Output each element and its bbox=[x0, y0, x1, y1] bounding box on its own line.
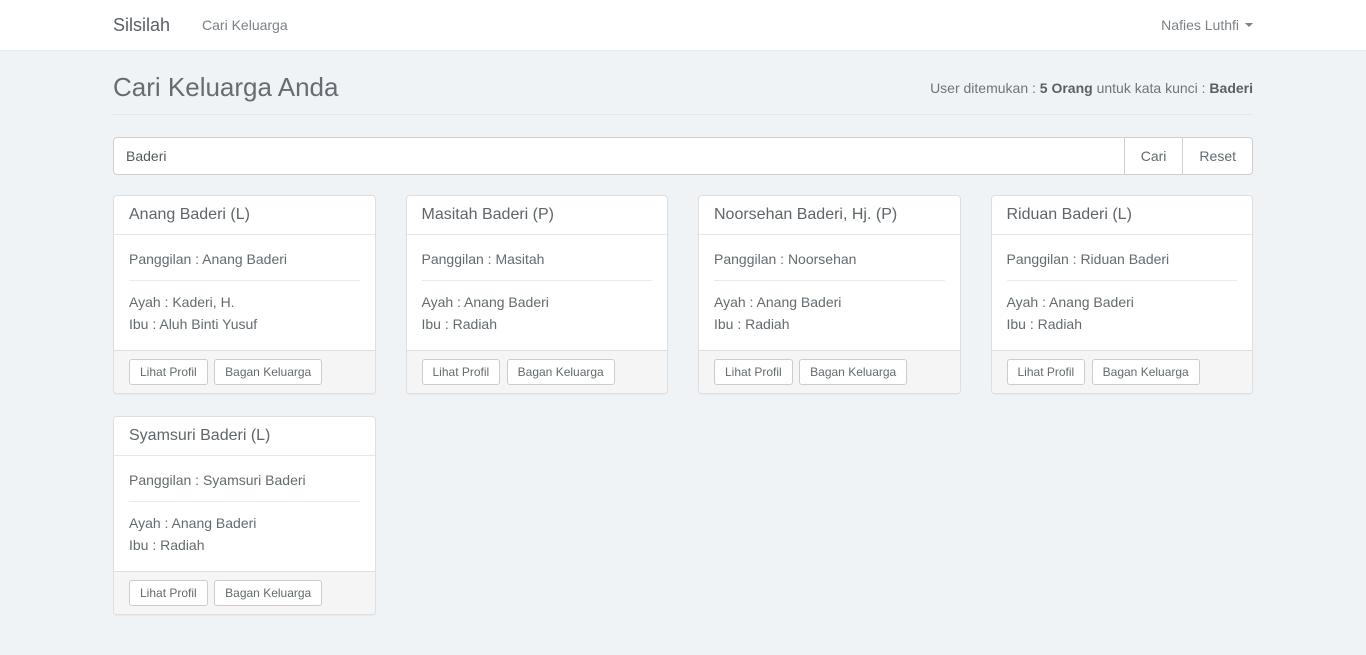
family-chart-button[interactable]: Bagan Keluarga bbox=[799, 359, 907, 385]
person-card-body: Panggilan : Riduan Baderi Ayah : Anang B… bbox=[992, 235, 1253, 350]
caret-down-icon bbox=[1245, 23, 1253, 27]
person-father: Ayah : Anang Baderi bbox=[422, 294, 549, 310]
view-profile-button[interactable]: Lihat Profil bbox=[129, 580, 208, 606]
person-card: Noorsehan Baderi, Hj. (P) Panggilan : No… bbox=[698, 195, 961, 394]
page-header: Cari Keluarga Anda User ditemukan : 5 Or… bbox=[113, 72, 1253, 115]
person-card: Masitah Baderi (P) Panggilan : Masitah A… bbox=[406, 195, 669, 394]
view-profile-button[interactable]: Lihat Profil bbox=[129, 359, 208, 385]
family-chart-button[interactable]: Bagan Keluarga bbox=[1092, 359, 1200, 385]
person-card-footer: Lihat Profil Bagan Keluarga bbox=[114, 350, 375, 393]
user-menu-dropdown[interactable]: Nafies Luthfi bbox=[1161, 17, 1253, 33]
person-mother: Ibu : Aluh Binti Yusuf bbox=[129, 316, 257, 332]
family-chart-button[interactable]: Bagan Keluarga bbox=[214, 359, 322, 385]
search-input[interactable] bbox=[113, 137, 1125, 175]
person-card-title: Anang Baderi (L) bbox=[114, 196, 375, 235]
person-parents: Ayah : Anang Baderi Ibu : Radiah bbox=[129, 512, 360, 556]
divider bbox=[422, 280, 653, 281]
person-card-title: Riduan Baderi (L) bbox=[992, 196, 1253, 235]
user-name: Nafies Luthfi bbox=[1161, 17, 1239, 33]
person-nickname: Panggilan : Syamsuri Baderi bbox=[129, 470, 360, 490]
result-summary-prefix: User ditemukan : bbox=[930, 80, 1040, 96]
person-nickname: Panggilan : Masitah bbox=[422, 249, 653, 269]
person-card-body: Panggilan : Noorsehan Ayah : Anang Bader… bbox=[699, 235, 960, 350]
person-mother: Ibu : Radiah bbox=[129, 537, 205, 553]
page-title: Cari Keluarga Anda bbox=[113, 72, 338, 103]
person-parents: Ayah : Anang Baderi Ibu : Radiah bbox=[422, 291, 653, 335]
divider bbox=[1007, 280, 1238, 281]
person-card-footer: Lihat Profil Bagan Keluarga bbox=[699, 350, 960, 393]
person-mother: Ibu : Radiah bbox=[1007, 316, 1083, 332]
person-mother: Ibu : Radiah bbox=[422, 316, 498, 332]
person-card-title: Masitah Baderi (P) bbox=[407, 196, 668, 235]
person-mother: Ibu : Radiah bbox=[714, 316, 790, 332]
person-nickname: Panggilan : Anang Baderi bbox=[129, 249, 360, 269]
person-father: Ayah : Anang Baderi bbox=[1007, 294, 1134, 310]
nav-item-cari-keluarga[interactable]: Cari Keluarga bbox=[202, 17, 288, 33]
result-summary-middle: untuk kata kunci : bbox=[1093, 80, 1210, 96]
person-card-footer: Lihat Profil Bagan Keluarga bbox=[407, 350, 668, 393]
divider bbox=[714, 280, 945, 281]
person-card-footer: Lihat Profil Bagan Keluarga bbox=[992, 350, 1253, 393]
person-card: Riduan Baderi (L) Panggilan : Riduan Bad… bbox=[991, 195, 1254, 394]
person-card-title: Syamsuri Baderi (L) bbox=[114, 417, 375, 456]
person-parents: Ayah : Anang Baderi Ibu : Radiah bbox=[714, 291, 945, 335]
divider bbox=[129, 501, 360, 502]
person-nickname: Panggilan : Noorsehan bbox=[714, 249, 945, 269]
result-keyword: Baderi bbox=[1209, 80, 1253, 96]
brand-link[interactable]: Silsilah bbox=[113, 15, 170, 36]
person-card: Anang Baderi (L) Panggilan : Anang Bader… bbox=[113, 195, 376, 394]
result-count: 5 Orang bbox=[1040, 80, 1093, 96]
person-cards-grid: Anang Baderi (L) Panggilan : Anang Bader… bbox=[113, 195, 1253, 655]
person-father: Ayah : Anang Baderi bbox=[129, 515, 256, 531]
person-card: Syamsuri Baderi (L) Panggilan : Syamsuri… bbox=[113, 416, 376, 615]
person-card-footer: Lihat Profil Bagan Keluarga bbox=[114, 571, 375, 614]
person-father: Ayah : Anang Baderi bbox=[714, 294, 841, 310]
divider bbox=[129, 280, 360, 281]
person-card-title: Noorsehan Baderi, Hj. (P) bbox=[699, 196, 960, 235]
person-parents: Ayah : Kaderi, H. Ibu : Aluh Binti Yusuf bbox=[129, 291, 360, 335]
search-form: Cari Reset bbox=[113, 137, 1253, 175]
person-card-body: Panggilan : Masitah Ayah : Anang Baderi I… bbox=[407, 235, 668, 350]
navbar: Silsilah Cari Keluarga Nafies Luthfi bbox=[0, 0, 1366, 51]
view-profile-button[interactable]: Lihat Profil bbox=[1007, 359, 1086, 385]
person-parents: Ayah : Anang Baderi Ibu : Radiah bbox=[1007, 291, 1238, 335]
person-nickname: Panggilan : Riduan Baderi bbox=[1007, 249, 1238, 269]
family-chart-button[interactable]: Bagan Keluarga bbox=[507, 359, 615, 385]
result-summary: User ditemukan : 5 Orang untuk kata kunc… bbox=[930, 80, 1253, 96]
person-card-body: Panggilan : Syamsuri Baderi Ayah : Anang… bbox=[114, 456, 375, 571]
search-reset-button[interactable]: Reset bbox=[1182, 137, 1253, 175]
family-chart-button[interactable]: Bagan Keluarga bbox=[214, 580, 322, 606]
search-submit-button[interactable]: Cari bbox=[1124, 137, 1184, 175]
view-profile-button[interactable]: Lihat Profil bbox=[714, 359, 793, 385]
view-profile-button[interactable]: Lihat Profil bbox=[422, 359, 501, 385]
person-father: Ayah : Kaderi, H. bbox=[129, 294, 235, 310]
person-card-body: Panggilan : Anang Baderi Ayah : Kaderi, … bbox=[114, 235, 375, 350]
main-content: Cari Keluarga Anda User ditemukan : 5 Or… bbox=[113, 72, 1253, 655]
